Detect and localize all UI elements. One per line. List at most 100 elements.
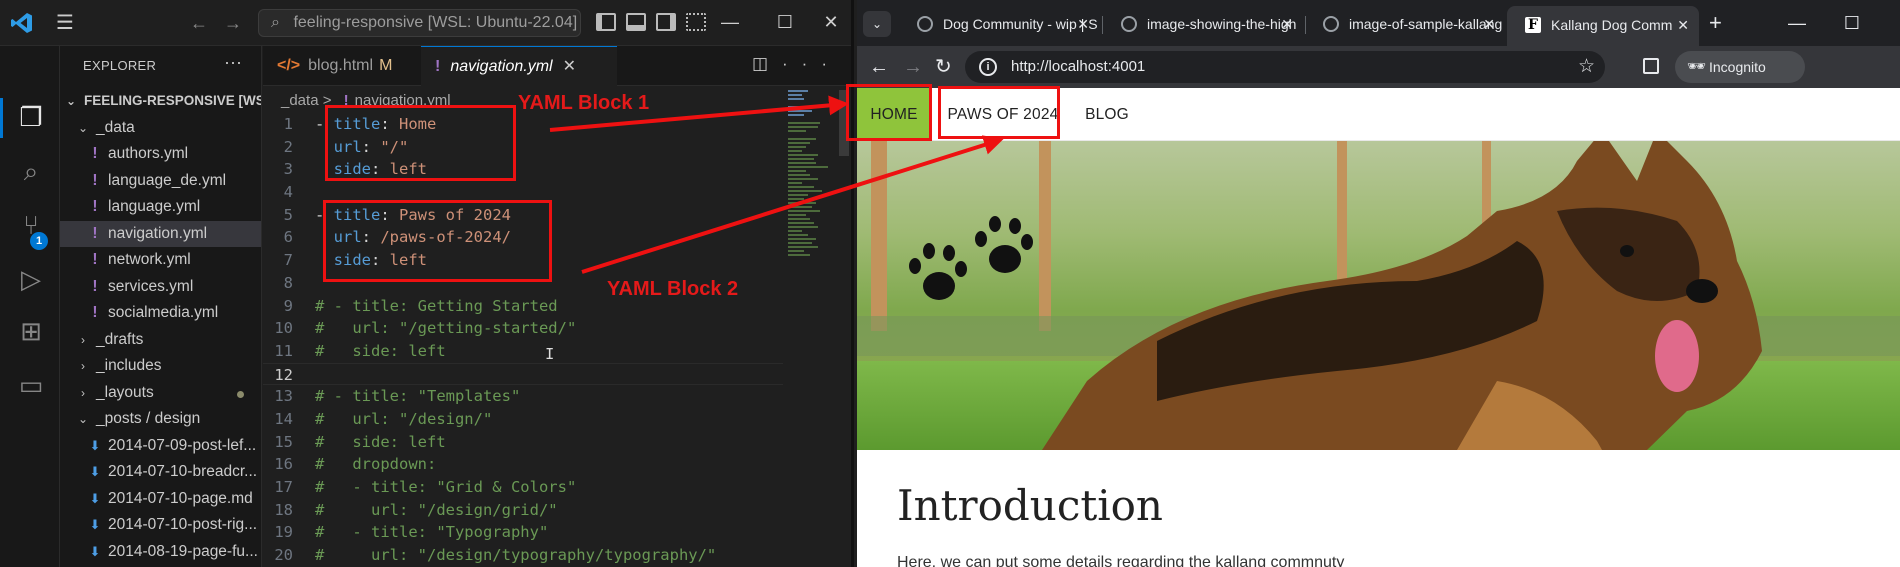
bookmark-star-icon[interactable]: ☆ bbox=[1578, 51, 1595, 83]
code-token: : bbox=[361, 228, 381, 247]
close-tab-icon[interactable]: ✕ bbox=[1281, 8, 1293, 40]
file-row[interactable]: ! language.yml bbox=[60, 194, 261, 221]
code-token: : bbox=[380, 205, 400, 224]
more-actions-icon[interactable]: ··· bbox=[782, 54, 841, 73]
code-line[interactable]: 14 # url: "/design/" bbox=[263, 408, 783, 431]
folder-row[interactable]: › _includes bbox=[60, 353, 261, 380]
code-line[interactable]: 2 url: "/" bbox=[263, 136, 783, 159]
folder-row[interactable]: › _drafts bbox=[60, 327, 261, 354]
tab-blog-html[interactable]: </> blog.html M bbox=[263, 46, 411, 86]
incognito-chip[interactable]: 🕶 Incognito bbox=[1675, 51, 1805, 83]
folder-row[interactable]: ⌄ _data bbox=[60, 115, 261, 142]
code-line[interactable]: 5 - title: Paws of 2024 bbox=[263, 204, 783, 227]
minimap-line bbox=[788, 98, 804, 100]
code-line[interactable]: 6 url: /paws-of-2024/ bbox=[263, 226, 783, 249]
forward-arrow-icon[interactable]: → bbox=[224, 13, 242, 33]
folder-row[interactable]: › _layouts bbox=[60, 380, 261, 407]
nav-home[interactable]: HOME bbox=[857, 88, 931, 141]
tab-navigation-yml[interactable]: ! navigation.yml ✕ bbox=[421, 46, 617, 86]
close-tab-icon[interactable]: ✕ bbox=[1483, 8, 1495, 40]
run-debug-icon[interactable]: ▷ bbox=[14, 262, 48, 296]
tab-search-icon[interactable]: ⌄ bbox=[863, 11, 891, 37]
file-row[interactable]: ! services.yml bbox=[60, 274, 261, 301]
file-row[interactable]: ! authors.yml bbox=[60, 141, 261, 168]
reload-icon[interactable]: ↻ bbox=[935, 55, 952, 79]
code-line[interactable]: 19 # - title: "Typography" bbox=[263, 521, 783, 544]
side-panel-icon[interactable] bbox=[1643, 58, 1659, 74]
file-row[interactable]: ⬇ 2014-07-10-page.md bbox=[60, 486, 261, 513]
explorer-icon[interactable]: ❐ bbox=[14, 100, 48, 134]
folder-row[interactable]: ⌄ FEELING-RESPONSIVE [WS... bbox=[60, 88, 261, 115]
nav-paws-of-2024[interactable]: PAWS OF 2024 bbox=[937, 88, 1069, 141]
file-row[interactable]: ! language_de.yml bbox=[60, 168, 261, 195]
minimize-icon[interactable]: — bbox=[1782, 11, 1812, 35]
minimap-line bbox=[788, 194, 808, 196]
minimap-line bbox=[788, 90, 808, 92]
menu-icon[interactable]: ☰ bbox=[56, 12, 78, 34]
code-line[interactable]: 4 bbox=[263, 181, 783, 204]
browser-tab[interactable]: image-of-sample-kallang ✕ bbox=[1305, 8, 1505, 40]
toggle-panel-icon[interactable] bbox=[626, 13, 646, 31]
browser-tab-title: image-of-sample-kallang bbox=[1349, 16, 1503, 32]
code-token: : bbox=[371, 251, 390, 270]
customize-layout-icon[interactable] bbox=[686, 13, 706, 31]
scrollbar[interactable] bbox=[839, 90, 849, 156]
web-page: HOME PAWS OF 2024 BLOG Introduction Here… bbox=[857, 88, 1900, 567]
code-line[interactable]: 16 # dropdown: bbox=[263, 453, 783, 476]
split-editor-icon[interactable]: ◫ bbox=[752, 54, 782, 73]
site-info-icon[interactable]: i bbox=[979, 58, 997, 76]
code-line[interactable]: 18 # url: "/design/grid/" bbox=[263, 499, 783, 522]
code-line[interactable]: 10 # url: "/getting-started/" bbox=[263, 317, 783, 340]
nav-blog[interactable]: BLOG bbox=[1077, 88, 1137, 141]
chevron-right-icon: › bbox=[81, 359, 85, 373]
file-row[interactable]: ⬇ 2014-07-09-post-lef... bbox=[60, 433, 261, 460]
tree-item-label: 2014-07-10-post-rig... bbox=[108, 516, 258, 533]
back-arrow-icon[interactable]: ← bbox=[190, 13, 208, 33]
close-tab-icon[interactable]: ✕ bbox=[1677, 6, 1689, 44]
file-row[interactable]: ⬇ 2014-07-10-breadcr... bbox=[60, 459, 261, 486]
code-line[interactable]: 12 bbox=[263, 362, 783, 386]
address-bar[interactable]: i http://localhost:4001 ☆ bbox=[965, 51, 1605, 83]
browser-tab[interactable]: image-showing-the-high ✕ bbox=[1103, 8, 1303, 40]
file-row[interactable]: ! navigation.yml bbox=[60, 220, 261, 247]
close-window-icon[interactable]: ✕ bbox=[816, 9, 846, 35]
file-row[interactable]: ! network.yml bbox=[60, 247, 261, 274]
forward-arrow-icon[interactable]: → bbox=[903, 55, 923, 79]
more-actions-icon[interactable]: ··· bbox=[224, 52, 242, 73]
code-line[interactable]: 7 side: left bbox=[263, 249, 783, 272]
code-line[interactable]: 15 # side: left bbox=[263, 431, 783, 454]
back-arrow-icon[interactable]: ← bbox=[869, 55, 889, 79]
extensions-icon[interactable]: ⊞ bbox=[14, 314, 48, 348]
search-view-icon[interactable]: ⌕ bbox=[14, 154, 48, 188]
command-center-search[interactable]: ⌕ feeling-responsive [WSL: Ubuntu-22.04] bbox=[258, 9, 581, 37]
code-line[interactable]: 11 # side: left I bbox=[263, 340, 783, 363]
breadcrumb-folder[interactable]: _data bbox=[281, 92, 319, 109]
code-editor[interactable]: 1- title: Home 2 url: "/" 3 side: left 4 5- … bbox=[263, 113, 783, 567]
folder-row[interactable]: ⌄ _posts / design bbox=[60, 406, 261, 433]
browser-tab-active[interactable]: F Kallang Dog Comm ✕ bbox=[1507, 6, 1699, 46]
close-tab-icon[interactable]: ✕ bbox=[563, 58, 576, 75]
file-row[interactable]: ⬇ 2014-08-19-page-fu... bbox=[60, 539, 261, 566]
code-line[interactable]: 3 side: left bbox=[263, 158, 783, 181]
code-line[interactable]: 20 # url: "/design/typography/typography/… bbox=[263, 544, 783, 567]
maximize-icon[interactable]: ☐ bbox=[1837, 11, 1867, 35]
file-row[interactable]: ⬇ 2014-07-10-post-rig... bbox=[60, 512, 261, 539]
chevron-down-icon: ⌄ bbox=[77, 412, 89, 426]
code-token: : bbox=[380, 115, 400, 133]
breadcrumb-file[interactable]: navigation.yml bbox=[355, 92, 451, 109]
toggle-secondary-sidebar-icon[interactable] bbox=[656, 13, 676, 31]
code-line[interactable]: 13 # - title: "Templates" bbox=[263, 385, 783, 408]
minimap-line bbox=[788, 202, 816, 204]
code-line[interactable]: 1 - title: Home bbox=[263, 113, 783, 136]
toggle-primary-sidebar-icon[interactable] bbox=[596, 13, 616, 31]
file-row[interactable]: ! socialmedia.yml bbox=[60, 300, 261, 327]
code-line[interactable]: 17 # - title: "Grid & Colors" bbox=[263, 476, 783, 499]
minimap[interactable] bbox=[788, 90, 838, 300]
remote-explorer-icon[interactable]: ▭ bbox=[14, 368, 48, 402]
close-tab-icon[interactable]: ✕ bbox=[1077, 8, 1089, 40]
maximize-icon[interactable]: ☐ bbox=[770, 9, 800, 35]
minimap-line bbox=[788, 166, 828, 168]
new-tab-icon[interactable]: + bbox=[1709, 11, 1722, 35]
minimize-icon[interactable]: — bbox=[715, 9, 745, 35]
browser-tab[interactable]: Dog Community - wip | S ✕ bbox=[899, 8, 1099, 40]
